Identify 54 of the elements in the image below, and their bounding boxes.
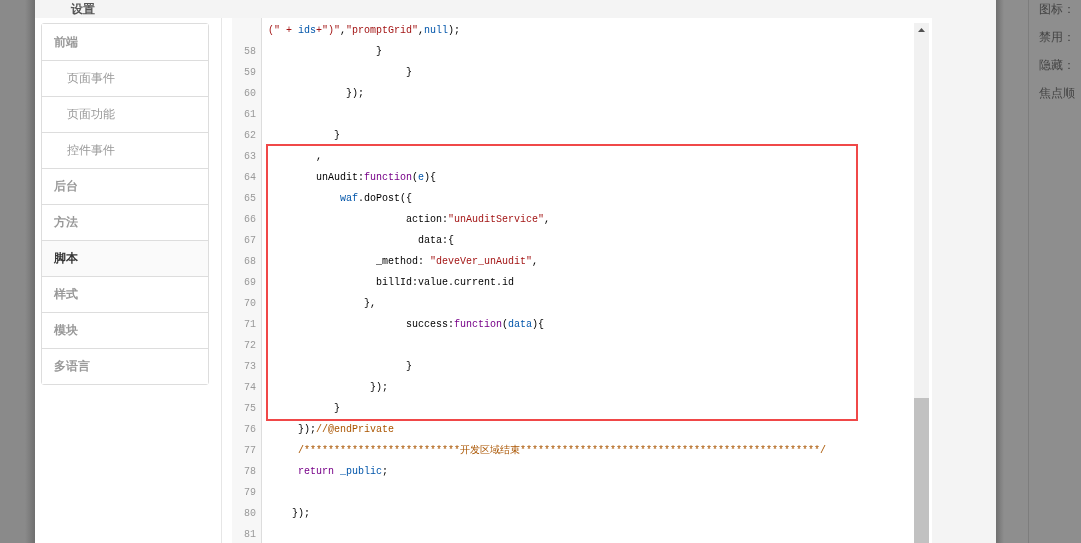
line-number: 79 [243, 486, 257, 500]
line-number: 64 [243, 171, 257, 185]
code-line: } [405, 360, 414, 374]
code-line: waf.doPost({ [339, 192, 414, 206]
line-number: 71 [243, 318, 257, 332]
line-number: 69 [243, 276, 257, 290]
code-line: } [375, 45, 384, 59]
code-line: });//@endPrivate [297, 423, 396, 437]
code-line: } [405, 66, 414, 80]
line-number: 63 [243, 150, 257, 164]
code-line: }, [363, 297, 378, 311]
line-number: 65 [243, 192, 257, 206]
line-number: 81 [243, 528, 257, 542]
code-line: (" + ids+")","promptGrid",null); [268, 24, 462, 38]
code-line: return _public; [297, 465, 390, 479]
sidebar-item[interactable]: 多语言 [42, 348, 208, 384]
line-number: 77 [243, 444, 257, 458]
line-number: 67 [243, 234, 257, 248]
code-line: _method: "deveVer_unAudit", [375, 255, 540, 269]
code-line: } [333, 402, 341, 416]
line-number: 78 [243, 465, 257, 479]
line-number: 72 [243, 339, 257, 353]
code-line: unAudit:function(e){ [315, 171, 438, 185]
scrollbar-thumb[interactable] [914, 398, 929, 543]
dialog-title: 设置 [71, 0, 95, 18]
line-number: 61 [243, 108, 257, 122]
line-number: 80 [243, 507, 257, 521]
line-number: 59 [243, 66, 257, 80]
property-label: 焦点顺 [1039, 85, 1075, 102]
code-line: , [315, 150, 323, 164]
line-number: 76 [243, 423, 257, 437]
code-line: action:"unAuditService", [405, 213, 552, 227]
code-line: }); [369, 381, 390, 395]
code-line: } [333, 129, 341, 143]
code-line: success:function(data){ [405, 318, 546, 332]
line-number: 68 [243, 255, 257, 269]
scrollbar[interactable] [914, 23, 929, 543]
code-line: data:{ [417, 234, 456, 248]
code-line: }); [345, 87, 365, 101]
line-number: 58 [243, 45, 257, 59]
line-number: 74 [243, 381, 257, 395]
line-number: 62 [243, 129, 257, 143]
code-line: billId:value.current.id [375, 276, 516, 290]
sidebar-item[interactable]: 脚本 [42, 240, 208, 276]
line-number: 60 [243, 87, 257, 101]
property-label: 禁用： [1039, 29, 1075, 46]
line-number: 70 [243, 297, 257, 311]
line-number: 75 [243, 402, 257, 416]
code-line: /**************************开发区域结束**************************************************/ [297, 444, 828, 458]
property-label: 图标： [1039, 1, 1075, 18]
line-number: 66 [243, 213, 257, 227]
code-line: }); [291, 507, 311, 521]
line-number: 73 [243, 360, 257, 374]
property-label: 隐藏： [1039, 57, 1075, 74]
